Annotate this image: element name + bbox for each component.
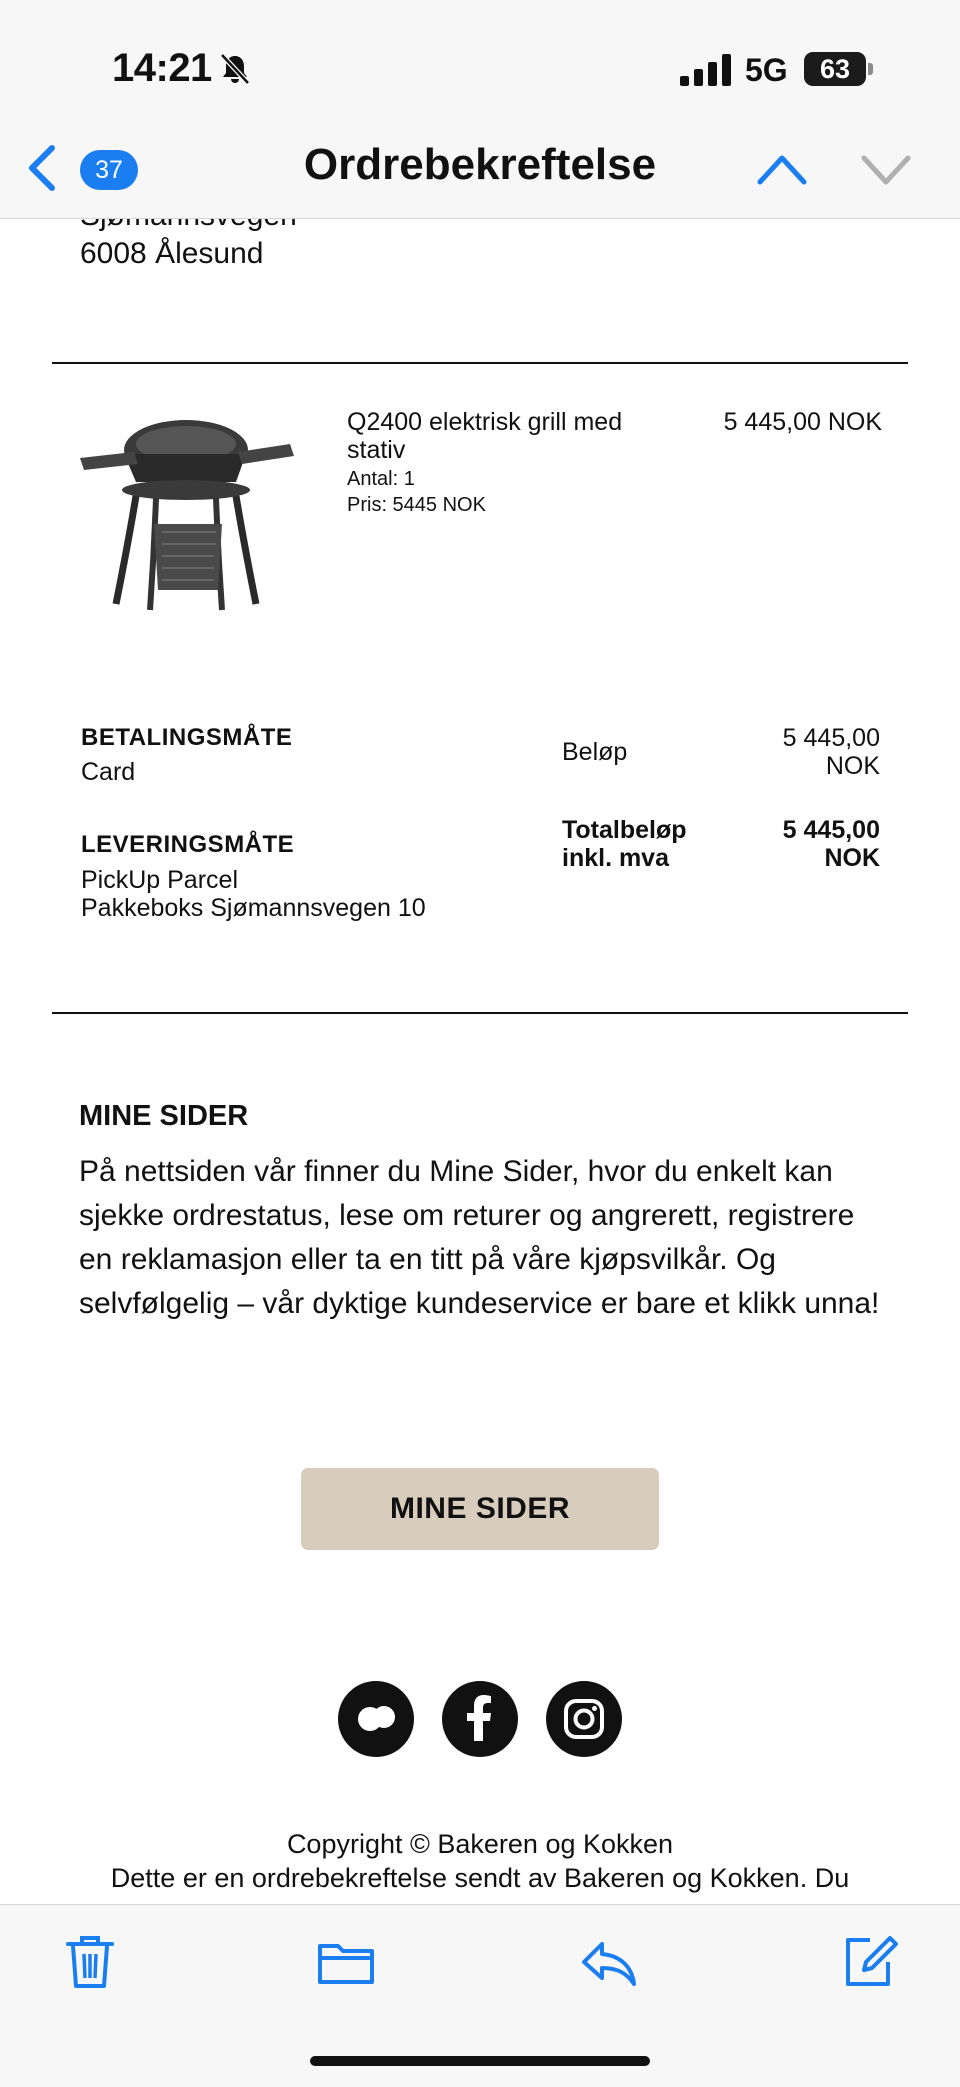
battery-icon: 63 — [804, 52, 866, 86]
total-value: 5 445,00 NOK — [782, 816, 880, 872]
status-time: 14:21 — [112, 46, 212, 90]
folder-icon[interactable] — [316, 1932, 376, 1992]
instagram-icon[interactable] — [546, 1681, 622, 1757]
reply-icon[interactable] — [578, 1932, 638, 1992]
amount-value: 5 445,00 NOK — [782, 724, 880, 780]
chevron-down-icon[interactable] — [860, 152, 912, 186]
bell-slash-icon — [220, 53, 250, 85]
trash-icon[interactable] — [60, 1932, 120, 1992]
battery-nub — [868, 63, 873, 75]
payment-value: Card — [81, 758, 136, 786]
total-label: Totalbeløp inkl. mva — [562, 816, 687, 872]
chevron-up-icon[interactable] — [756, 152, 808, 186]
page-title: Ordrebekreftelse — [303, 140, 657, 189]
chat-icon[interactable] — [338, 1681, 414, 1757]
divider — [52, 362, 908, 364]
product-unit-price: Pris: 5445 NOK — [347, 494, 486, 516]
home-indicator — [310, 2056, 650, 2066]
amount-label: Beløp — [562, 738, 628, 766]
mine-sider-heading: MINE SIDER — [79, 1100, 249, 1132]
copyright: Copyright © Bakeren og Kokken — [286, 1829, 674, 1859]
top-bar: 14:21 5G 63 37 Ordrebekreftelse — [0, 0, 960, 219]
delivery-label: LEVERINGSMÅTE — [81, 831, 295, 858]
product-quantity: Antal: 1 — [347, 468, 415, 490]
mine-sider-text: På nettsiden vår finner du Mine Sider, h… — [79, 1155, 880, 1320]
product-line-total: 5 445,00 NOK — [723, 408, 882, 436]
footer-note: Dette er en ordrebekreftelse sendt av Ba… — [110, 1863, 850, 1893]
delivery-method: PickUp Parcel — [81, 866, 238, 894]
compose-icon[interactable] — [840, 1932, 900, 1992]
facebook-icon[interactable] — [442, 1681, 518, 1757]
divider — [52, 1012, 908, 1014]
product-name: Q2400 elektrisk grill med stativ — [347, 408, 623, 464]
payment-label: BETALINGSMÅTE — [81, 724, 293, 751]
mine-sider-button[interactable]: MINE SIDER — [301, 1468, 659, 1550]
delivery-location: Pakkeboks Sjømannsvegen 10 — [81, 894, 426, 922]
address-city: 6008 Ålesund — [80, 237, 264, 270]
product-image — [80, 420, 294, 611]
network-type: 5G — [745, 52, 788, 88]
signal-icon — [680, 54, 731, 86]
